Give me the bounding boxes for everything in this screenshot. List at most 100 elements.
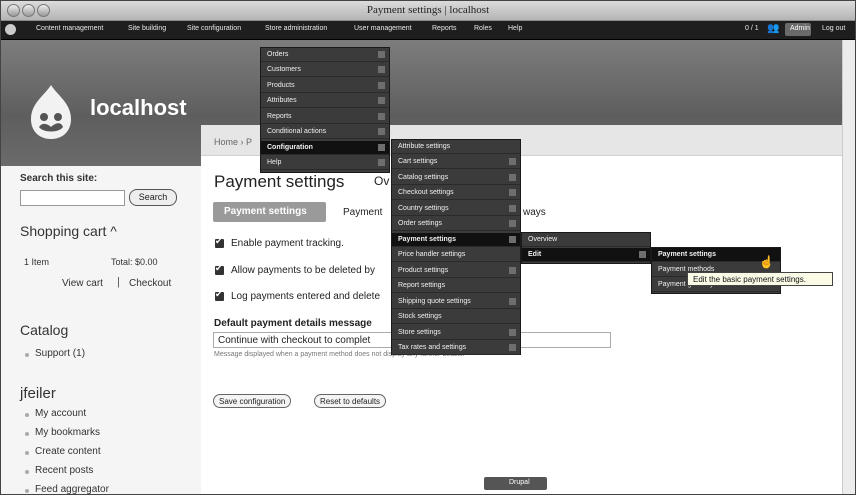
drupal-icon[interactable] <box>5 24 16 35</box>
submenu-arrow-icon <box>509 267 516 274</box>
reset-to-defaults-button[interactable]: Reset to defaults <box>314 394 387 408</box>
enable-payment-tracking-label: Enable payment tracking. <box>231 238 344 249</box>
enable-payment-tracking-checkbox[interactable] <box>215 236 224 248</box>
menu-price-handler-settings[interactable]: Price handler settings <box>392 248 520 262</box>
menu-help-label: Help <box>267 159 282 166</box>
menu-shipping-quote-settings[interactable]: Shipping quote settings <box>392 295 520 309</box>
submenu-arrow-icon <box>378 82 385 89</box>
menu-shipping-quote-settings-label: Shipping quote settings <box>398 298 471 305</box>
log-payments-label: Log payments entered and delete <box>231 291 380 302</box>
user-account-button[interactable]: Admin <box>785 23 811 36</box>
submenu-arrow-icon <box>378 97 385 104</box>
search-input[interactable] <box>20 190 125 206</box>
admin-menu-site-building[interactable]: Site building <box>128 25 166 32</box>
menu-configuration-label: Configuration <box>267 144 313 151</box>
menu-product-settings[interactable]: Product settings <box>392 264 520 278</box>
tab-payment-gateways[interactable]: ways <box>523 207 546 218</box>
catalog-title: Catalog <box>20 322 69 338</box>
admin-menu-content-management[interactable]: Content management <box>36 25 103 32</box>
submenu-arrow-icon <box>378 66 385 73</box>
menu-help[interactable]: Help <box>261 156 389 170</box>
submenu-arrow-icon <box>509 298 516 305</box>
menu-payment-settings-label: Payment settings <box>398 236 456 243</box>
menu-conditional-actions-label: Conditional actions <box>267 128 327 135</box>
page-title: Payment settings <box>214 172 345 191</box>
menu-catalog-settings-label: Catalog settings <box>398 174 449 181</box>
breadcrumb[interactable]: Home › P <box>214 137 252 147</box>
tab-payment-settings[interactable]: Payment settings <box>213 202 326 222</box>
menu-store-settings[interactable]: Store settings <box>392 326 520 340</box>
menu-edit[interactable]: Edit <box>522 248 650 262</box>
submenu-arrow-icon <box>378 51 385 58</box>
nav-my-bookmarks[interactable]: My bookmarks <box>35 427 100 438</box>
submenu-arrow-icon <box>509 236 516 243</box>
hand-cursor-icon: ☝ <box>759 255 774 269</box>
site-name[interactable]: localhost <box>90 95 187 121</box>
admin-menu-site-configuration[interactable]: Site configuration <box>187 25 241 32</box>
drupal-logo-icon[interactable] <box>27 83 75 141</box>
menu-overview[interactable]: Overview <box>522 233 650 247</box>
admin-menu-roles[interactable]: Roles <box>474 25 492 32</box>
menu-country-settings-label: Country settings <box>398 205 449 212</box>
menu-tax-rates-settings[interactable]: Tax rates and settings <box>392 341 520 355</box>
allow-payment-deletion-checkbox[interactable] <box>215 263 224 275</box>
menu-cart-settings[interactable]: Cart settings <box>392 155 520 169</box>
search-button[interactable]: Search <box>129 189 177 206</box>
shopping-cart-title[interactable]: Shopping cart ^ <box>20 223 117 239</box>
bullet-icon <box>25 432 29 436</box>
menu-order-settings[interactable]: Order settings <box>392 217 520 231</box>
menu-customers-label: Customers <box>267 66 301 73</box>
menu-attribute-settings[interactable]: Attribute settings <box>392 140 520 154</box>
menu-products-label: Products <box>267 82 295 89</box>
tab-payment-methods[interactable]: Payment <box>343 207 382 218</box>
menu-store-settings-label: Store settings <box>398 329 441 336</box>
menu-conditional-actions[interactable]: Conditional actions <box>261 125 389 139</box>
submenu-arrow-icon <box>509 329 516 336</box>
bullet-icon <box>25 489 29 493</box>
logout-link[interactable]: Log out <box>822 25 845 32</box>
submenu-arrow-icon <box>378 159 385 166</box>
menu-configuration[interactable]: Configuration <box>261 141 389 155</box>
nav-recent-posts[interactable]: Recent posts <box>35 465 93 476</box>
admin-menu-user-management[interactable]: User management <box>354 25 412 32</box>
menu-catalog-settings[interactable]: Catalog settings <box>392 171 520 185</box>
nav-feed-aggregator[interactable]: Feed aggregator <box>35 484 109 494</box>
admin-menu-reports[interactable]: Reports <box>432 25 457 32</box>
page-scrollbar[interactable] <box>842 40 855 494</box>
menu-report-settings[interactable]: Report settings <box>392 279 520 293</box>
catalog-item-support[interactable]: Support (1) <box>35 348 85 359</box>
bullet-icon <box>25 451 29 455</box>
menu-stock-settings[interactable]: Stock settings <box>392 310 520 324</box>
browser-window: Payment settings | localhost Content man… <box>0 0 856 495</box>
powered-by-drupal-badge[interactable]: Drupal <box>484 477 547 490</box>
menu-tooltip: Edit the basic payment settings. <box>687 272 833 286</box>
menu-tax-rates-settings-label: Tax rates and settings <box>398 344 467 351</box>
menu-checkout-settings[interactable]: Checkout settings <box>392 186 520 200</box>
menu-order-settings-label: Order settings <box>398 220 442 227</box>
save-configuration-button[interactable]: Save configuration <box>213 394 292 408</box>
menu-attributes[interactable]: Attributes <box>261 94 389 108</box>
admin-menu-bar: Content management Site building Site co… <box>1 21 855 40</box>
admin-menu-store-administration[interactable]: Store administration <box>265 25 327 32</box>
nav-my-account[interactable]: My account <box>35 408 86 419</box>
menu-country-settings[interactable]: Country settings <box>392 202 520 216</box>
view-cart-link[interactable]: View cart <box>62 278 103 289</box>
menu-attribute-settings-label: Attribute settings <box>398 143 451 150</box>
menu-products[interactable]: Products <box>261 79 389 93</box>
admin-menu-help[interactable]: Help <box>508 25 522 32</box>
user-count: 0 / 1 <box>745 25 759 32</box>
window-title: Payment settings | localhost <box>366 4 490 16</box>
nav-create-content[interactable]: Create content <box>35 446 101 457</box>
menu-orders[interactable]: Orders <box>261 48 389 62</box>
submenu-arrow-icon <box>509 205 516 212</box>
checkout-link[interactable]: Checkout <box>129 278 171 289</box>
drupal-badge-label: Drupal <box>509 479 530 486</box>
overview-tab-link[interactable]: Ov <box>374 174 389 188</box>
menu-reports[interactable]: Reports <box>261 110 389 124</box>
menu-payment-settings[interactable]: Payment settings <box>392 233 520 247</box>
menu-report-settings-label: Report settings <box>398 282 446 289</box>
log-payments-checkbox[interactable] <box>215 289 224 301</box>
menu-customers[interactable]: Customers <box>261 63 389 77</box>
menu-price-handler-settings-label: Price handler settings <box>398 251 466 258</box>
menu-attributes-label: Attributes <box>267 97 297 104</box>
